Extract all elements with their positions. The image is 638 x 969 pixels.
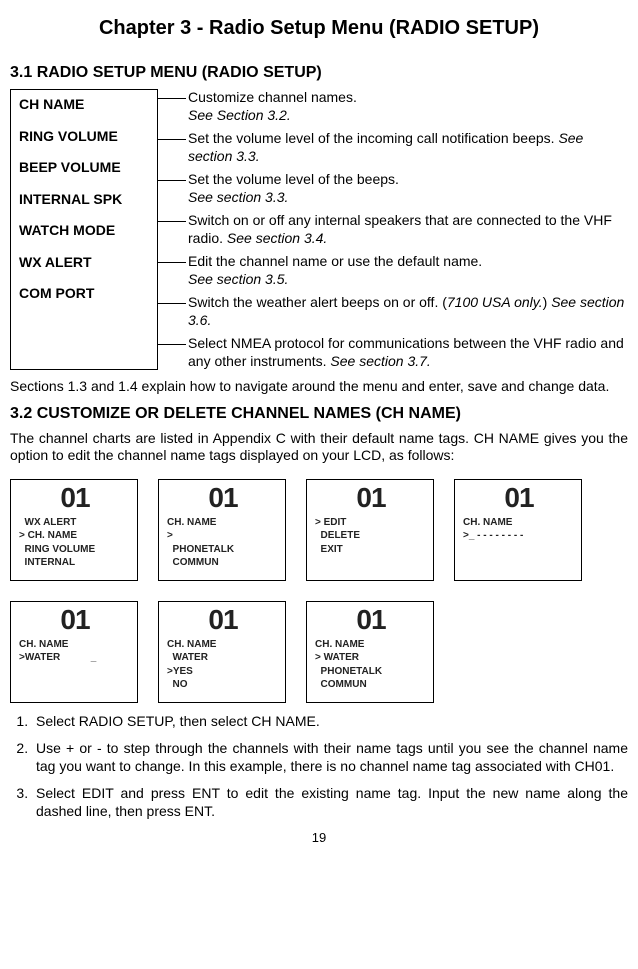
lcd-channel-number: 01 (17, 606, 133, 636)
chapter-title: Chapter 3 - Radio Setup Menu (RADIO SETU… (10, 16, 628, 41)
lcd-lines: CH. NAME > WATER PHONETALK COMMUN (313, 636, 429, 692)
desc-wx-alert: Switch the weather alert beeps on or off… (158, 294, 628, 329)
see-ref: See section 3.3. (188, 189, 288, 205)
desc-text: Set the volume level of the beeps. (188, 171, 399, 187)
leader-line-icon (158, 98, 186, 99)
menu-item-ch-name: CH NAME (19, 96, 149, 114)
lcd-screen-7: 01 CH. NAME > WATER PHONETALK COMMUN (306, 601, 434, 703)
leader-line-icon (158, 221, 186, 222)
leader-line-icon (158, 303, 186, 304)
menu-item-ring-volume: RING VOLUME (19, 128, 149, 146)
lcd-screen-6: 01 CH. NAME WATER >YES NO (158, 601, 286, 703)
leader-line-icon (158, 262, 186, 263)
desc-ch-name: Customize channel names. See Section 3.2… (158, 89, 628, 124)
lcd-lines: WX ALERT > CH. NAME RING VOLUME INTERNAL (17, 514, 133, 570)
lcd-lines: CH. NAME > PHONETALK COMMUN (165, 514, 281, 570)
leader-line-icon (158, 344, 186, 345)
lcd-lines: CH. NAME >_ - - - - - - - - (461, 514, 577, 543)
section-3-2-heading: 3.2 CUSTOMIZE OR DELETE CHANNEL NAMES (C… (10, 404, 628, 424)
desc-text-post: ) (543, 294, 552, 310)
lcd-screen-1: 01 WX ALERT > CH. NAME RING VOLUME INTER… (10, 479, 138, 581)
see-ref: See section 3.4. (227, 230, 327, 246)
leader-line-icon (158, 139, 186, 140)
lcd-channel-number: 01 (17, 484, 133, 514)
desc-watch-mode: Edit the channel name or use the default… (158, 253, 628, 288)
menu-description-column: Customize channel names. See Section 3.2… (158, 89, 628, 370)
lcd-lines: CH. NAME >WATER _ (17, 636, 133, 665)
desc-text: Customize channel names. (188, 89, 357, 105)
leader-line-icon (158, 180, 186, 181)
section-3-2-intro: The channel charts are listed in Appendi… (10, 430, 628, 465)
lcd-channel-number: 01 (165, 484, 281, 514)
desc-text-pre: Switch the weather alert beeps on or off… (188, 294, 447, 310)
menu-item-watch-mode: WATCH MODE (19, 222, 149, 240)
step-3: Select EDIT and press ENT to edit the ex… (32, 785, 628, 820)
desc-ring-volume: Set the volume level of the incoming cal… (158, 130, 628, 165)
step-1: Select RADIO SETUP, then select CH NAME. (32, 713, 628, 731)
page-number: 19 (10, 830, 628, 846)
after-menu-paragraph: Sections 1.3 and 1.4 explain how to navi… (10, 378, 628, 396)
section-3-1-heading: 3.1 RADIO SETUP MENU (RADIO SETUP) (10, 63, 628, 83)
lcd-lines: > EDIT DELETE EXIT (313, 514, 429, 557)
steps-list: Select RADIO SETUP, then select CH NAME.… (10, 713, 628, 821)
lcd-channel-number: 01 (313, 606, 429, 636)
desc-text: Edit the channel name or use the default… (188, 253, 482, 269)
menu-item-wx-alert: WX ALERT (19, 254, 149, 272)
menu-item-beep-volume: BEEP VOLUME (19, 159, 149, 177)
lcd-channel-number: 01 (165, 606, 281, 636)
lcd-screen-4: 01 CH. NAME >_ - - - - - - - - (454, 479, 582, 581)
lcd-screen-2: 01 CH. NAME > PHONETALK COMMUN (158, 479, 286, 581)
see-ref: See section 3.7. (330, 353, 430, 369)
desc-text: Set the volume level of the incoming cal… (188, 130, 558, 146)
lcd-channel-number: 01 (461, 484, 577, 514)
menu-definition-block: CH NAME RING VOLUME BEEP VOLUME INTERNAL… (10, 89, 628, 370)
desc-text-ital: 7100 USA only. (447, 294, 543, 310)
desc-internal-spk: Switch on or off any internal speakers t… (158, 212, 628, 247)
lcd-screenshots: 01 WX ALERT > CH. NAME RING VOLUME INTER… (10, 479, 628, 703)
desc-com-port: Select NMEA protocol for communications … (158, 335, 628, 370)
menu-item-com-port: COM PORT (19, 285, 149, 303)
see-ref: See section 3.5. (188, 271, 288, 287)
see-ref: See Section 3.2. (188, 107, 291, 123)
lcd-channel-number: 01 (313, 484, 429, 514)
menu-item-internal-spk: INTERNAL SPK (19, 191, 149, 209)
lcd-screen-5: 01 CH. NAME >WATER _ (10, 601, 138, 703)
menu-box: CH NAME RING VOLUME BEEP VOLUME INTERNAL… (10, 89, 158, 370)
lcd-screen-3: 01 > EDIT DELETE EXIT (306, 479, 434, 581)
step-2: Use + or - to step through the channels … (32, 740, 628, 775)
lcd-lines: CH. NAME WATER >YES NO (165, 636, 281, 692)
desc-beep-volume: Set the volume level of the beeps. See s… (158, 171, 628, 206)
